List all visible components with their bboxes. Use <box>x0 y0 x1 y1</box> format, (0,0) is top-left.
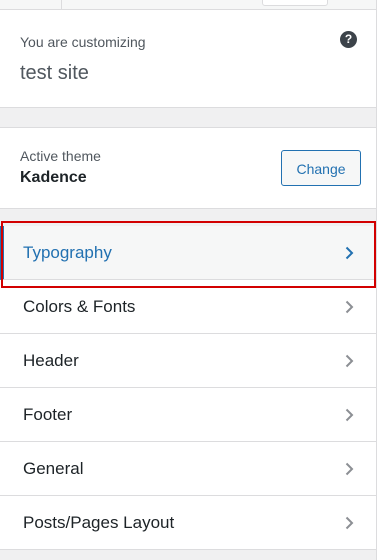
preview-edge <box>377 0 385 560</box>
menu-item-footer[interactable]: Footer <box>0 388 376 442</box>
question-mark-icon[interactable]: ? <box>340 31 357 48</box>
customizer-info: You are customizing test site ? <box>0 10 376 108</box>
menu-item-label: General <box>23 459 84 478</box>
customizer-panel: You are customizing test site ? Active t… <box>0 0 377 560</box>
change-theme-button[interactable]: Change <box>281 150 361 186</box>
chevron-right-icon <box>345 516 354 530</box>
chevron-right-icon <box>345 246 354 260</box>
menu-item-colors-fonts[interactable]: Colors & Fonts <box>0 280 376 334</box>
menu-item-label: Typography <box>23 243 112 262</box>
menu-item-label: Colors & Fonts <box>23 297 136 316</box>
site-title: test site <box>20 62 89 84</box>
active-theme-label: Active theme <box>20 148 101 164</box>
customizer-header-strip <box>0 0 376 10</box>
chevron-right-icon <box>345 408 354 422</box>
customizer-menu: Typography Colors & Fonts Header Footer … <box>0 226 376 550</box>
chevron-right-icon <box>345 300 354 314</box>
active-theme-section: Active theme Kadence Change <box>0 127 376 209</box>
customizing-prefix: You are customizing <box>20 34 146 50</box>
header-tab-divider <box>61 0 62 9</box>
menu-item-header[interactable]: Header <box>0 334 376 388</box>
header-button[interactable] <box>262 0 328 6</box>
menu-item-label: Header <box>23 351 79 370</box>
menu-item-general[interactable]: General <box>0 442 376 496</box>
menu-item-typography[interactable]: Typography <box>0 226 376 280</box>
menu-item-label: Posts/Pages Layout <box>23 513 175 532</box>
active-theme-name: Kadence <box>20 169 87 186</box>
chevron-right-icon <box>345 462 354 476</box>
menu-item-label: Footer <box>23 405 73 424</box>
menu-item-posts-pages-layout[interactable]: Posts/Pages Layout <box>0 496 376 550</box>
chevron-right-icon <box>345 354 354 368</box>
